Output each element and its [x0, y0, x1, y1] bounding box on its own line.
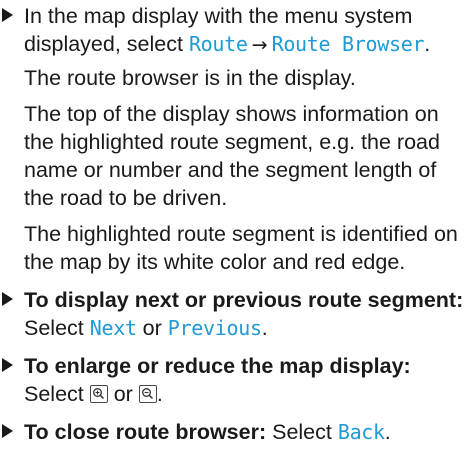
step-heading: To enlarge or reduce the map display:: [24, 354, 411, 378]
step-text: or: [136, 316, 168, 340]
option-previous: Previous: [167, 316, 262, 340]
step-tail: .: [424, 32, 431, 56]
option-back: Back: [337, 420, 385, 444]
step-arrow-icon: [2, 424, 13, 438]
step-select-route-browser: In the map display with the menu system …: [0, 2, 471, 59]
option-next: Next: [89, 316, 137, 340]
step-arrow-icon: [2, 358, 13, 372]
step-text: or: [107, 382, 139, 406]
step-arrow-icon: [2, 292, 13, 306]
step-next-previous: To display next or previous route segmen…: [0, 286, 471, 342]
menu-route-browser: Route Browser: [271, 32, 425, 56]
result-text: The highlighted route segment is identif…: [24, 222, 458, 274]
step-tail: .: [156, 382, 163, 406]
manual-page: In the map display with the menu system …: [0, 0, 471, 470]
menu-route: Route: [188, 32, 248, 56]
step-tail: .: [384, 420, 391, 444]
step-text: Select: [24, 382, 90, 406]
step-zoom: To enlarge or reduce the map display: Se…: [0, 352, 471, 408]
zoom-out-icon: [138, 385, 157, 403]
step-arrow-icon: [2, 8, 13, 22]
result-text: The route browser is in the display.: [24, 66, 356, 90]
step-close-browser: To close route browser: Select Back.: [0, 418, 471, 446]
step-heading: To close route browser:: [24, 420, 267, 444]
step-text: Select: [266, 420, 338, 444]
step-heading: To display next or previous route segmen…: [24, 288, 464, 312]
zoom-in-icon: [89, 385, 108, 403]
menu-arrow: →: [251, 34, 268, 56]
step-text: Select: [24, 316, 90, 340]
result-text: The top of the display shows information…: [24, 102, 440, 210]
step-tail: .: [261, 316, 268, 340]
